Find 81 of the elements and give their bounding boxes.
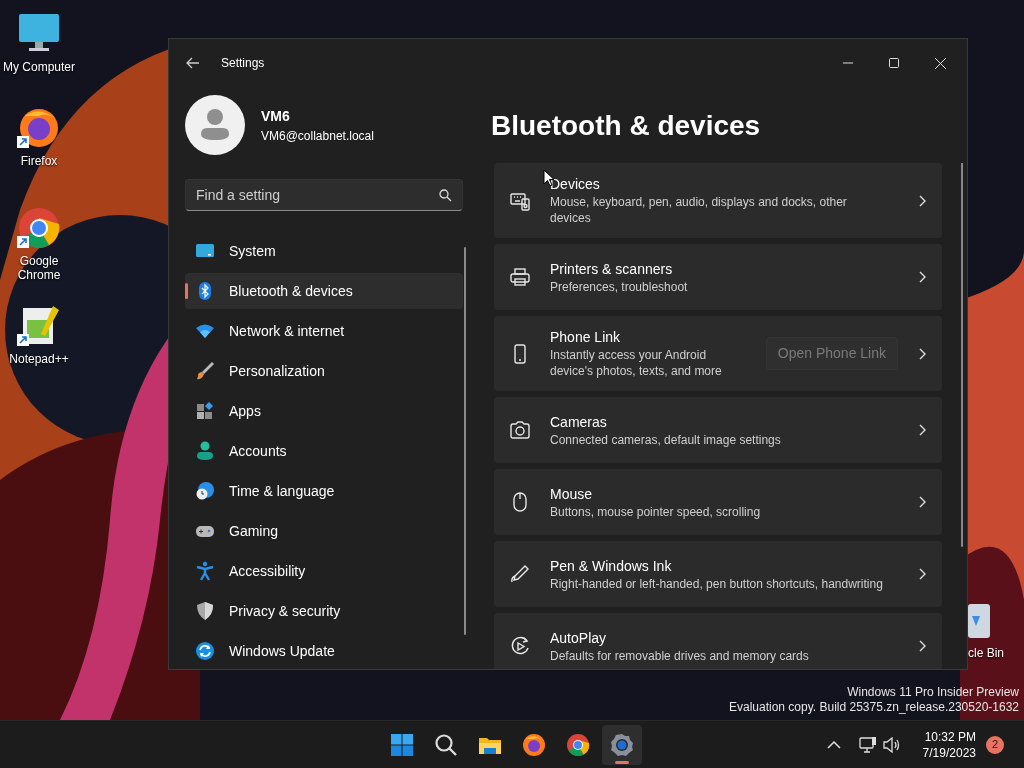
chevron-right-icon <box>918 271 926 284</box>
paintbrush-icon <box>195 361 215 381</box>
nav-item[interactable]: Bluetooth & devices <box>185 273 463 309</box>
card-title: AutoPlay <box>550 629 608 648</box>
play-circle-icon <box>510 636 530 657</box>
card-title: Devices <box>550 175 601 195</box>
chrome-icon <box>566 732 590 757</box>
chevron-up-icon[interactable] <box>826 740 841 749</box>
gear-icon <box>610 732 634 757</box>
settings-card[interactable]: Cameras Connected cameras, default image settings <box>494 397 942 464</box>
card-title: Phone Link <box>550 328 622 348</box>
chevron-right-icon <box>918 348 926 360</box>
card-description: Buttons, mouse pointer speed, scrolling <box>550 504 762 520</box>
nav-item[interactable]: Privacy & security <box>185 593 463 629</box>
nav-item[interactable]: Time & language <box>185 473 463 509</box>
card-description: Preferences, troubleshoot <box>550 279 689 295</box>
close-icon <box>934 57 946 69</box>
accessibility-icon <box>195 561 215 581</box>
chevron-right-icon <box>918 424 926 437</box>
card-title: Mouse <box>550 485 594 504</box>
card-title: Pen & Windows Ink <box>550 557 673 576</box>
nav-item[interactable]: Gaming <box>185 513 463 549</box>
card-description: Mouse, keyboard, pen, audio, displays and docks, other devices <box>550 194 848 227</box>
nav-item[interactable]: Windows Update <box>185 633 463 669</box>
apps-icon <box>195 401 215 421</box>
scrollbar[interactable] <box>464 247 466 635</box>
maximize-icon <box>889 58 899 68</box>
page-title: Bluetooth & devices <box>491 109 762 143</box>
scrollbar[interactable] <box>961 163 963 548</box>
desktop-icon-label[interactable]: cle Bin <box>968 646 1005 660</box>
search-icon <box>439 189 452 202</box>
settings-card[interactable]: Devices Mouse, keyboard, pen, audio, displays and docks, other devices <box>494 163 942 239</box>
windows-logo-icon <box>390 732 414 757</box>
network-icon[interactable] <box>858 735 877 754</box>
card-description: Right-handed or left-handed, pen button shortcuts, handwriting <box>550 576 884 592</box>
nav-item[interactable]: Personalization <box>185 353 463 389</box>
chevron-right-icon <box>918 568 926 581</box>
nav-item[interactable]: Network & internet <box>185 313 463 349</box>
back-arrow-icon <box>186 57 200 69</box>
os-notice-text: Evaluation copy. Build 25375.zn_release.230520-1632 <box>729 700 1019 715</box>
taskbar-settings-button[interactable] <box>602 724 642 765</box>
volume-icon[interactable] <box>882 736 901 753</box>
settings-card[interactable]: Mouse Buttons, mouse pointer speed, scrolling <box>494 469 942 536</box>
search-field[interactable]: Find a setting <box>185 179 463 211</box>
keyboard-speaker-icon <box>510 191 530 211</box>
clock-date: 7/19/2023 <box>922 744 976 761</box>
desktop-icon-label[interactable]: Notepad++ <box>9 352 69 366</box>
user-name: VM6 <box>261 106 291 126</box>
clock[interactable]: 10:32 PM 7/19/2023 <box>922 728 976 761</box>
desktop-icon-label[interactable]: My Computer <box>3 60 75 74</box>
nav-item[interactable]: Accessibility <box>185 553 463 589</box>
user-email: VM6@collabnet.local <box>261 127 374 145</box>
camera-icon <box>510 420 530 441</box>
user-avatar[interactable] <box>185 95 245 155</box>
settings-card[interactable]: Pen & Windows Ink Right-handed or left-handed, pen button shortcuts, handwriting <box>494 541 942 608</box>
globe-clock-icon <box>195 481 215 501</box>
card-description: Connected cameras, default image settings <box>550 432 782 448</box>
firefox-icon <box>522 732 546 757</box>
chevron-right-icon <box>918 496 926 509</box>
settings-card[interactable]: Printers & scanners Preferences, troubleshoot <box>494 244 942 311</box>
search-icon <box>434 732 458 757</box>
notification-count[interactable]: 2 <box>986 735 1004 754</box>
window-title: Settings <box>221 55 265 72</box>
nav-item[interactable]: Accounts <box>185 433 463 469</box>
refresh-icon <box>195 641 215 661</box>
person-icon <box>195 441 215 461</box>
card-description: Defaults for removable drives and memory cards <box>550 648 810 664</box>
os-notice-text: Windows 11 Pro Insider Preview <box>846 685 1019 700</box>
nav-item[interactable]: Apps <box>185 393 463 429</box>
settings-card[interactable]: AutoPlay Defaults for removable drives and memory cards <box>494 613 942 669</box>
chevron-right-icon <box>918 640 926 653</box>
card-title: Cameras <box>550 413 608 432</box>
printer-icon <box>510 267 530 288</box>
mouse-icon <box>510 492 530 513</box>
clock-time: 10:32 PM <box>923 728 976 745</box>
card-description: Instantly access your Android device's photos, texts, and more <box>550 347 723 380</box>
shield-icon <box>195 601 215 621</box>
chevron-right-icon <box>918 195 926 207</box>
nav-item[interactable]: System <box>185 233 463 269</box>
card-title: Printers & scanners <box>550 260 674 279</box>
pen-icon <box>510 564 530 585</box>
